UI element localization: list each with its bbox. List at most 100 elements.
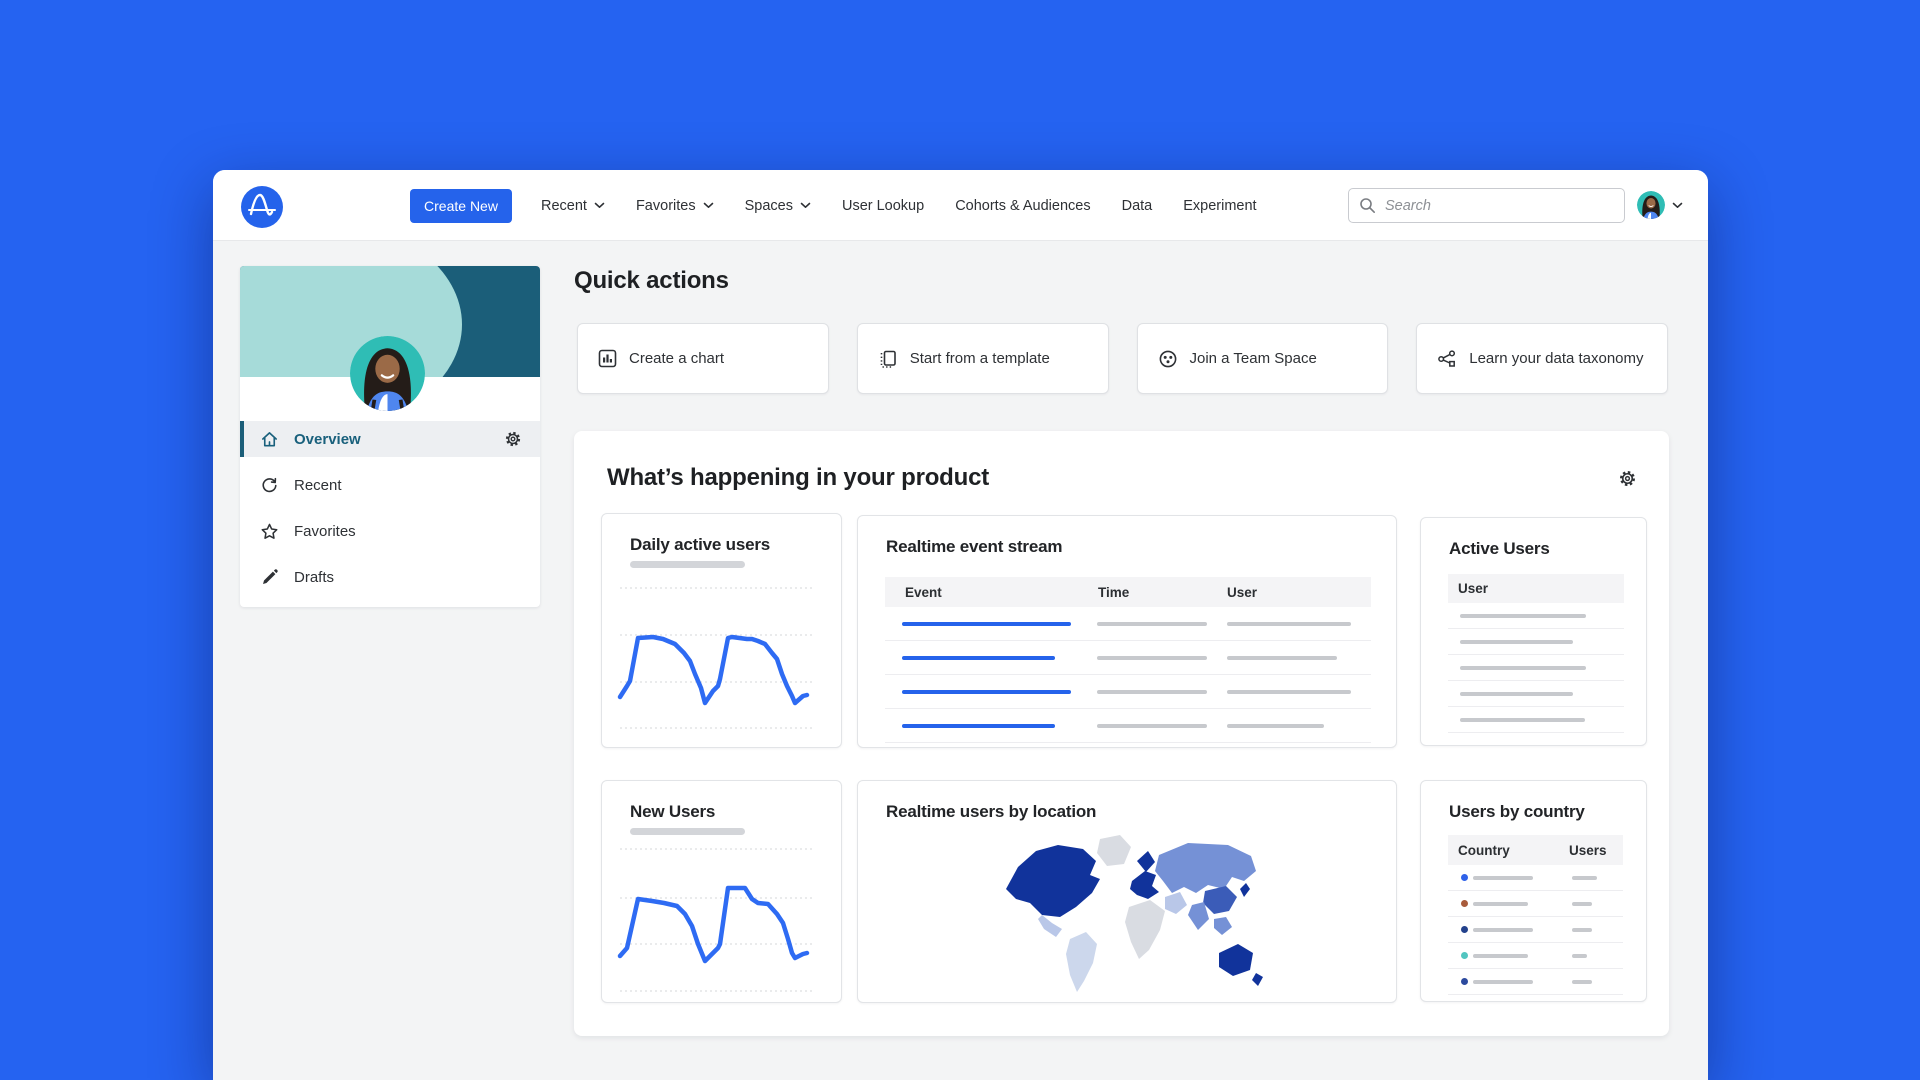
table-row [885,709,1371,743]
history-icon [260,476,279,495]
map-region-middle-east [1165,892,1187,914]
search-icon [1359,197,1376,214]
map-region-china [1203,886,1237,914]
nav-item-favorites[interactable]: Favorites [636,198,714,214]
nav-item-label: User Lookup [842,198,924,214]
chevron-down-icon [594,202,605,209]
nav-item-label: Experiment [1183,198,1256,214]
chevron-down-icon [1672,202,1683,209]
chart-icon [598,349,617,368]
nav-item-label: Recent [541,198,587,214]
placeholder-bar [1572,954,1587,958]
placeholder-bar [1097,724,1207,728]
widget-realtime-event-stream: Realtime event stream Event Time User [857,515,1397,748]
table-row [1448,917,1623,943]
sidebar-item-favorites[interactable]: Favorites [240,508,540,554]
quick-action-create-chart[interactable]: Create a chart [577,323,829,394]
nav-item-label: Cohorts & Audiences [955,198,1090,214]
placeholder-bar [1473,876,1533,880]
desktop-background: Create New Recent Favorites Spaces User … [0,0,1920,1080]
country-dot [1461,874,1468,881]
placeholder-bar [1473,928,1533,932]
placeholder-bar [1460,640,1573,644]
widget-users-by-country: Users by country Country Users [1420,780,1647,1002]
map-region-russia [1155,843,1256,893]
sidebar-item-drafts[interactable]: Drafts [240,554,540,600]
sidebar-item-label: Recent [294,477,342,494]
app-window: Create New Recent Favorites Spaces User … [213,170,1708,1080]
nav-item-experiment[interactable]: Experiment [1183,198,1256,214]
placeholder-bar [1473,980,1533,984]
table-row [1448,943,1623,969]
user-menu[interactable] [1637,191,1683,219]
widget-title: Users by country [1449,802,1585,822]
table-row [1448,655,1624,681]
map-region-greenland [1097,835,1131,866]
amplitude-logo[interactable] [241,186,283,228]
table-row [885,607,1371,641]
nav-item-label: Spaces [745,198,793,214]
cover-shape [240,266,462,377]
map-region-south-america [1066,932,1097,992]
sidebar-item-label: Favorites [294,523,356,540]
placeholder-bar [1473,954,1528,958]
profile-avatar [350,336,425,411]
gear-icon[interactable] [504,430,522,448]
quick-actions-heading: Quick actions [574,267,729,295]
table-row [885,675,1371,709]
quick-action-label: Start from a template [910,350,1050,367]
quick-action-data-taxonomy[interactable]: Learn your data taxonomy [1416,323,1668,394]
sidebar-item-label: Overview [294,431,361,448]
nav-item-data[interactable]: Data [1122,198,1153,214]
placeholder-bar [1460,614,1586,618]
quick-action-label: Join a Team Space [1190,350,1317,367]
active-users-rows [1448,603,1624,733]
country-dot [1461,926,1468,933]
column-header: Event [905,585,942,600]
country-dot [1461,978,1468,985]
search-input[interactable] [1348,188,1625,223]
template-icon [878,349,898,369]
column-header: Country [1458,843,1510,858]
panel-settings-button[interactable] [1616,467,1639,493]
nav-item-cohorts-audiences[interactable]: Cohorts & Audiences [955,198,1090,214]
placeholder-bar [1097,656,1207,660]
sidebar-card: Overview Recent [240,266,540,607]
user-avatar [1637,191,1665,219]
map-region-scandinavia [1137,851,1155,872]
quick-action-join-team-space[interactable]: Join a Team Space [1137,323,1389,394]
create-new-button[interactable]: Create New [410,189,512,223]
table-row [1448,681,1624,707]
map-region-new-zealand [1252,973,1263,986]
table-row [1448,603,1624,629]
widget-new-users: New Users [601,780,842,1003]
quick-actions-row: Create a chart Start from a template Joi… [577,323,1668,394]
map-region-southeast-asia [1214,917,1232,935]
nav-item-recent[interactable]: Recent [541,198,605,214]
world-map [988,827,1268,1000]
nav-item-spaces[interactable]: Spaces [745,198,811,214]
placeholder-bar [1097,690,1207,694]
widget-title: Active Users [1449,539,1550,559]
quick-action-label: Learn your data taxonomy [1469,350,1643,367]
table-row [1448,969,1623,995]
column-header: User [1458,581,1488,596]
column-header: User [1227,585,1257,600]
event-stream-rows [885,607,1371,743]
nav-item-label: Data [1122,198,1153,214]
new-users-chart [602,781,841,1002]
placeholder-bar [1227,724,1324,728]
top-nav: Create New Recent Favorites Spaces User … [213,170,1708,241]
nav-item-user-lookup[interactable]: User Lookup [842,198,924,214]
active-users-table: User [1448,574,1624,733]
placeholder-bar [1227,622,1351,626]
placeholder-bar [1460,666,1586,670]
avatar-photo [1637,191,1665,219]
table-row [1448,891,1623,917]
quick-action-start-template[interactable]: Start from a template [857,323,1109,394]
sidebar-item-overview[interactable]: Overview [240,421,540,457]
widget-title: Realtime users by location [886,802,1096,822]
placeholder-bar [1097,622,1207,626]
sidebar-item-recent[interactable]: Recent [240,462,540,508]
country-dot [1461,900,1468,907]
